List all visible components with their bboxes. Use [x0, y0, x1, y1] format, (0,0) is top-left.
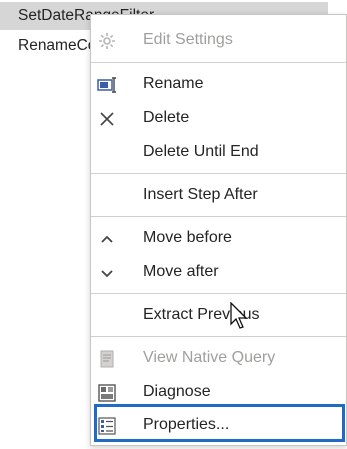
menu-separator [91, 62, 346, 63]
menu-item-label: Delete Until End [143, 143, 259, 160]
menu-separator [91, 336, 346, 337]
menu-item-label: Insert Step After [143, 186, 258, 203]
menu-separator [91, 173, 346, 174]
menu-item-label: Move before [143, 229, 232, 246]
context-menu: Edit Settings Rename Delete Delete Until… [90, 14, 347, 446]
menu-item-insert-step-after[interactable]: Insert Step After [91, 178, 346, 212]
menu-item-edit-settings[interactable]: Edit Settings [91, 23, 346, 57]
menu-item-rename[interactable]: Rename [91, 67, 346, 101]
menu-item-label: View Native Query [143, 349, 276, 366]
menu-item-extract-previous[interactable]: Extract Previous [91, 298, 346, 332]
menu-item-label: Edit Settings [143, 31, 233, 48]
menu-separator [91, 216, 346, 217]
menu-item-label: Delete [143, 109, 190, 126]
highlight-annotation [94, 404, 345, 442]
rename-icon [97, 74, 117, 94]
menu-item-view-native-query[interactable]: View Native Query [91, 341, 346, 375]
diagnose-icon [97, 382, 117, 402]
chevron-down-icon [97, 262, 117, 282]
menu-item-move-after[interactable]: Move after [91, 255, 346, 289]
menu-separator [91, 293, 346, 294]
menu-item-move-before[interactable]: Move before [91, 221, 346, 255]
chevron-up-icon [97, 228, 117, 248]
menu-item-label: Rename [143, 75, 204, 92]
menu-item-delete-until-end[interactable]: Delete Until End [91, 135, 346, 169]
gear-icon [97, 30, 117, 50]
close-icon [97, 108, 117, 128]
document-icon [97, 348, 117, 368]
menu-item-delete[interactable]: Delete [91, 101, 346, 135]
menu-item-label: Move after [143, 263, 219, 280]
mouse-cursor-icon [230, 302, 248, 329]
